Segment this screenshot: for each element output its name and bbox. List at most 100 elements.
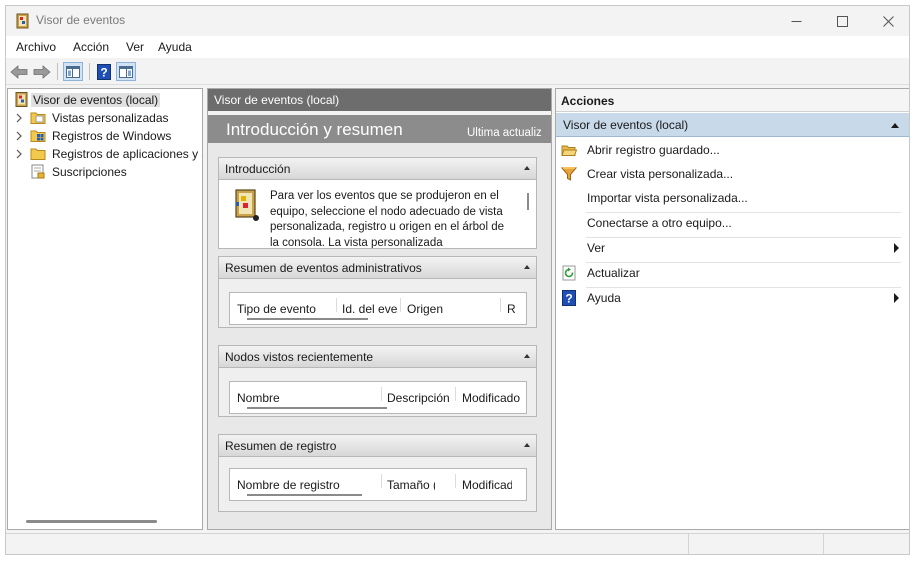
menu-ayuda[interactable]: Ayuda [158, 40, 192, 54]
horizontal-scrollbar[interactable] [247, 318, 368, 320]
menu-archivo[interactable]: Archivo [16, 40, 56, 54]
status-bar [6, 533, 909, 554]
column-header[interactable]: Tipo de evento [237, 302, 333, 316]
show-hide-action-pane-icon [119, 65, 133, 78]
column-header[interactable]: Descripción [387, 391, 453, 405]
tree-item-custom-views[interactable]: Vistas personalizadas [8, 109, 202, 127]
tree-item-label: Registros de Windows [52, 129, 172, 143]
column-divider[interactable] [455, 474, 456, 488]
help-button[interactable]: ? [94, 62, 114, 81]
action-help[interactable]: ? Ayuda [556, 286, 909, 310]
pane-header: Visor de eventos (local) [208, 89, 551, 111]
collapse-icon[interactable] [891, 123, 899, 128]
show-hide-tree-icon [66, 65, 80, 78]
actions-group-header[interactable]: Visor de eventos (local) [556, 113, 909, 137]
banner-title: Introducción y resumen [226, 120, 403, 139]
column-header[interactable]: Id. del evento [342, 302, 398, 316]
admin-events-table[interactable]: Tipo de evento Id. del evento Origen Reg… [229, 292, 527, 325]
minimize-button[interactable] [773, 6, 819, 36]
tree-item-label: Registros de aplicaciones y servicios [52, 147, 202, 161]
horizontal-scrollbar[interactable] [247, 494, 362, 496]
help-icon: ? [97, 63, 111, 80]
show-hide-action-pane-button[interactable] [116, 62, 136, 81]
forward-button[interactable] [32, 62, 52, 81]
event-viewer-icon [15, 92, 28, 107]
svg-text:?: ? [100, 65, 107, 79]
maximize-button[interactable] [819, 6, 865, 36]
event-viewer-large-icon [235, 189, 259, 221]
chevron-right-icon[interactable] [15, 113, 23, 123]
action-label: Crear vista personalizada... [587, 167, 734, 181]
horizontal-scrollbar[interactable] [247, 407, 387, 409]
section-introduction: Introducción Para ver los eventos que se… [218, 157, 537, 249]
show-hide-tree-button[interactable] [63, 62, 83, 81]
chevron-right-icon[interactable] [15, 131, 23, 141]
forward-arrow-icon [33, 64, 51, 79]
column-divider[interactable] [455, 387, 456, 401]
overview-pane: Visor de eventos (local) Introducción y … [207, 88, 552, 530]
section-header[interactable]: Resumen de registro [219, 435, 536, 457]
filter-icon [561, 167, 577, 181]
column-header[interactable]: Origen [407, 302, 497, 316]
column-divider[interactable] [381, 387, 382, 401]
menu-ver[interactable]: Ver [126, 40, 144, 54]
tree-item-windows-logs[interactable]: Registros de Windows [8, 127, 202, 145]
overview-banner: Introducción y resumen Última actualizac… [208, 115, 551, 143]
menu-bar: Archivo Acción Ver Ayuda [6, 36, 909, 58]
console-tree-pane[interactable]: Visor de eventos (local) Vistas personal… [7, 88, 203, 530]
chevron-right-icon[interactable] [15, 149, 23, 159]
column-header[interactable]: Registro [507, 302, 515, 316]
action-connect-other-computer[interactable]: Conectarse a otro equipo... [556, 211, 909, 235]
folder-icon [30, 112, 46, 124]
close-button[interactable] [865, 6, 909, 36]
back-button[interactable] [9, 62, 29, 81]
overview-scroll-area[interactable]: Introducción Para ver los eventos que se… [208, 143, 551, 529]
section-header[interactable]: Nodos vistos recientemente [219, 346, 536, 368]
section-header[interactable]: Introducción [219, 158, 536, 180]
folder-icon [30, 148, 46, 160]
actions-header: Acciones [556, 89, 909, 112]
tree-item-app-service-logs[interactable]: Registros de aplicaciones y servicios [8, 145, 202, 163]
section-recent-nodes: Nodos vistos recientemente Nombre Descri… [218, 345, 537, 417]
action-label: Abrir registro guardado... [587, 143, 720, 157]
menu-accion[interactable]: Acción [73, 40, 109, 54]
log-summary-table[interactable]: Nombre de registro Tamaño (actual/máximo… [229, 468, 527, 501]
tree-item-event-viewer-local[interactable]: Visor de eventos (local) [8, 91, 202, 109]
action-view[interactable]: Ver [556, 236, 909, 260]
collapse-icon[interactable] [524, 166, 530, 170]
section-header[interactable]: Resumen de eventos administrativos [219, 257, 536, 279]
section-title: Resumen de eventos administrativos [225, 261, 422, 275]
action-import-custom-view[interactable]: Importar vista personalizada... [556, 186, 909, 210]
status-divider [688, 534, 689, 554]
column-header[interactable]: Modificado [462, 391, 526, 405]
submenu-arrow-icon [894, 293, 899, 303]
column-header[interactable]: Nombre [237, 391, 377, 405]
action-label: Actualizar [587, 266, 640, 280]
column-header[interactable]: Tamaño (actual/máximo) [387, 478, 435, 492]
maximize-icon [836, 15, 848, 27]
vertical-scrollbar[interactable] [527, 193, 529, 210]
column-divider[interactable] [400, 298, 401, 312]
column-divider[interactable] [381, 474, 382, 488]
action-create-custom-view[interactable]: Crear vista personalizada... [556, 162, 909, 186]
horizontal-scrollbar[interactable] [26, 520, 157, 523]
actions-group-title: Visor de eventos (local) [563, 118, 689, 132]
column-divider[interactable] [336, 298, 337, 312]
action-label: Importar vista personalizada... [587, 191, 748, 205]
action-refresh[interactable]: Actualizar [556, 261, 909, 285]
collapse-icon[interactable] [524, 443, 530, 447]
toolbar: ? [6, 58, 909, 85]
recent-nodes-table[interactable]: Nombre Descripción Modificado [229, 381, 527, 414]
introduction-text: Para ver los eventos que se produjeron e… [270, 190, 504, 248]
column-header[interactable]: Modificado [462, 478, 512, 492]
action-label: Conectarse a otro equipo... [587, 216, 732, 230]
title-bar[interactable]: Visor de eventos [6, 6, 909, 36]
collapse-icon[interactable] [524, 354, 530, 358]
column-divider[interactable] [500, 298, 501, 312]
minimize-icon [791, 20, 801, 22]
action-open-saved-log[interactable]: Abrir registro guardado... [556, 138, 909, 162]
tree-item-subscriptions[interactable]: Suscripciones [8, 163, 202, 181]
collapse-icon[interactable] [524, 265, 530, 269]
status-divider [823, 534, 824, 554]
column-header[interactable]: Nombre de registro [237, 478, 377, 492]
